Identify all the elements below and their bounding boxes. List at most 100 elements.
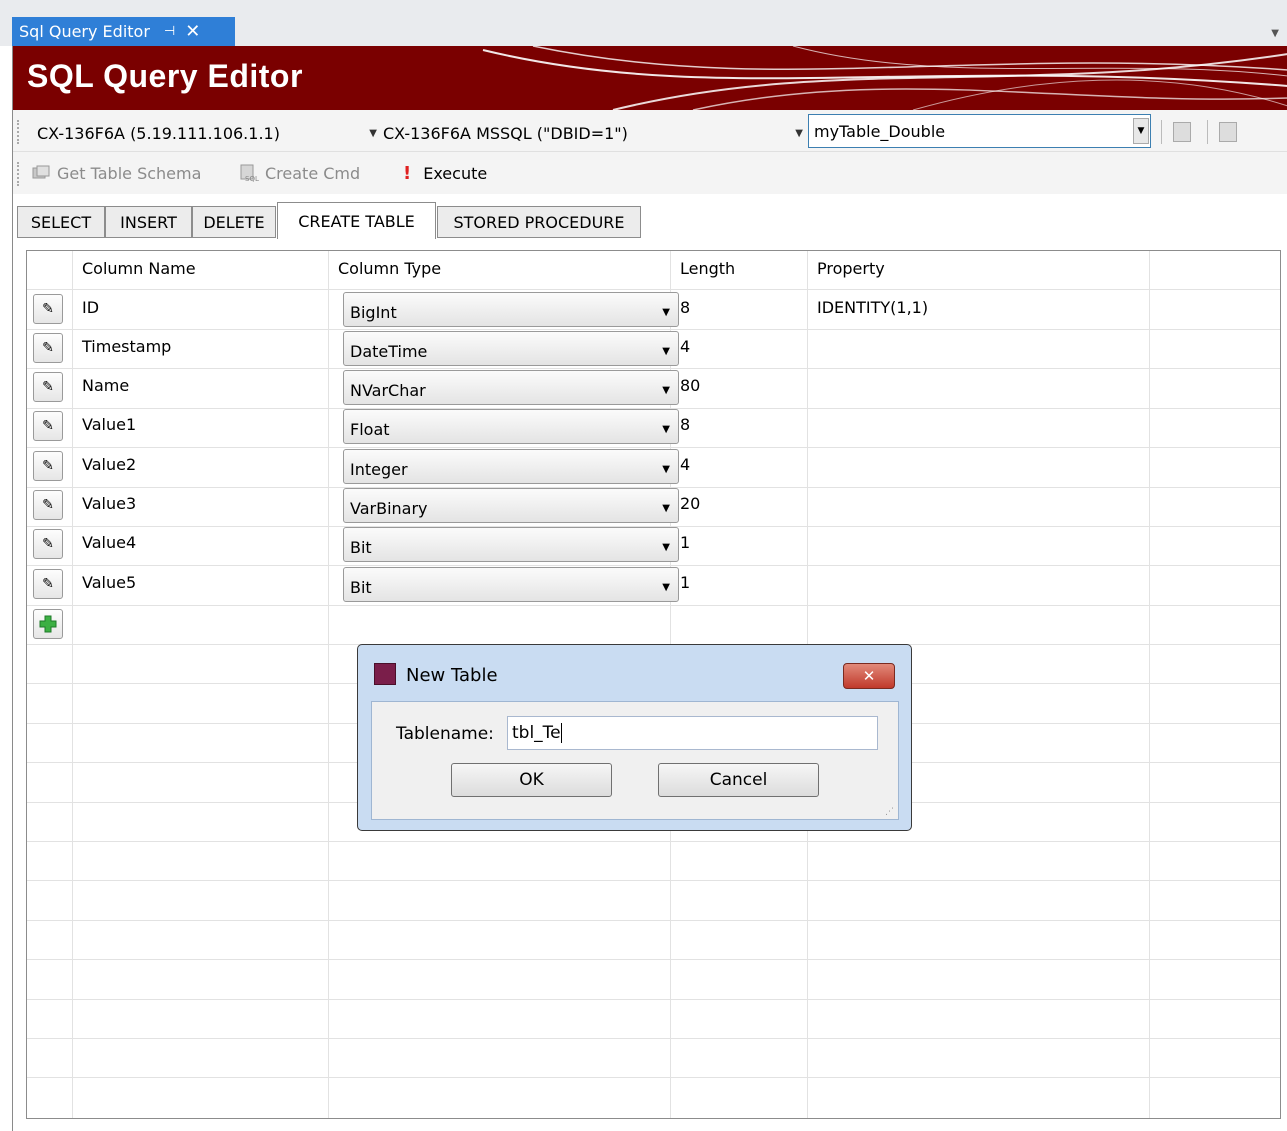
cell-column-name[interactable]: ID: [82, 298, 99, 317]
resize-grip-icon[interactable]: ⋰: [885, 807, 894, 817]
execute-label: Execute: [423, 163, 488, 183]
close-icon[interactable]: ✕: [185, 21, 200, 42]
tab-insert[interactable]: INSERT: [105, 206, 192, 238]
tab-overflow-icon[interactable]: ▼: [1271, 28, 1279, 39]
chevron-down-icon: ▼: [795, 127, 803, 139]
dialog-close-button[interactable]: ✕: [843, 663, 895, 689]
ok-button[interactable]: OK: [451, 763, 612, 797]
cell-column-name[interactable]: Value4: [82, 533, 136, 552]
tablename-input[interactable]: tbl_Te: [507, 716, 878, 750]
column-type-value: Bit: [350, 538, 372, 557]
chevron-down-icon: ▼: [662, 542, 670, 553]
chevron-down-icon: ▼: [662, 503, 670, 514]
execute-button[interactable]: ! Execute: [399, 160, 487, 186]
add-row-button[interactable]: [33, 609, 63, 639]
cell-property[interactable]: IDENTITY(1,1): [817, 298, 928, 317]
chevron-down-icon: ▼: [662, 307, 670, 318]
get-table-schema-button[interactable]: Get Table Schema: [31, 160, 201, 186]
chevron-down-icon[interactable]: ▼: [1133, 118, 1149, 144]
pencil-icon: ✎: [42, 379, 54, 395]
column-type-select[interactable]: NVarChar ▼: [343, 370, 679, 405]
chevron-down-icon: ▼: [662, 424, 670, 435]
cell-column-name[interactable]: Value5: [82, 573, 136, 592]
header-column-type[interactable]: Column Type: [338, 259, 441, 278]
dialog-title: New Table: [406, 665, 498, 686]
create-cmd-button[interactable]: SQL Create Cmd: [239, 160, 360, 186]
toolbar-grip[interactable]: [17, 162, 19, 186]
pencil-icon: ✎: [42, 536, 54, 552]
column-type-select[interactable]: Float ▼: [343, 409, 679, 444]
database-dropdown[interactable]: CX-136F6A MSSQL ("DBID=1") ▼: [383, 120, 803, 146]
cell-length[interactable]: 1: [680, 573, 690, 592]
header-length[interactable]: Length: [680, 259, 735, 278]
column-type-value: Bit: [350, 578, 372, 597]
new-table-dialog: New Table ✕ Tablename: tbl_Te OK Cancel …: [357, 644, 912, 831]
cell-length[interactable]: 20: [680, 494, 700, 513]
cancel-button[interactable]: Cancel: [658, 763, 819, 797]
command-toolbar: Get Table Schema SQL Create Cmd ! Execut…: [13, 152, 1287, 194]
target-dropdown[interactable]: CX-136F6A (5.19.111.106.1.1) ▼: [37, 120, 377, 146]
toolbar-separator: [1207, 120, 1208, 144]
banner: SQL Query Editor: [13, 46, 1287, 110]
pin-icon[interactable]: ⊣: [164, 24, 175, 39]
pencil-icon: ✎: [42, 497, 54, 513]
pencil-icon: ✎: [42, 458, 54, 474]
tab-select[interactable]: SELECT: [17, 206, 105, 238]
cell-length[interactable]: 4: [680, 337, 690, 356]
tab-create-table[interactable]: CREATE TABLE: [277, 202, 436, 239]
edit-row-button[interactable]: ✎: [33, 490, 63, 520]
column-type-value: BigInt: [350, 303, 397, 322]
grid-icon[interactable]: [1219, 122, 1237, 142]
cell-column-name[interactable]: Value3: [82, 494, 136, 513]
column-type-select[interactable]: BigInt ▼: [343, 292, 679, 327]
table-combobox[interactable]: myTable_Double ▼: [808, 114, 1151, 148]
banner-title: SQL Query Editor: [27, 58, 303, 94]
table-combobox-value: myTable_Double: [814, 121, 946, 141]
cell-column-name[interactable]: Timestamp: [82, 337, 171, 356]
pencil-icon: ✎: [42, 301, 54, 317]
toolbar-grip[interactable]: [17, 120, 19, 144]
execute-icon: !: [403, 162, 412, 184]
column-type-value: NVarChar: [350, 381, 426, 400]
dialog-body: Tablename: tbl_Te OK Cancel ⋰: [371, 701, 899, 820]
column-type-value: VarBinary: [350, 499, 428, 518]
column-type-select[interactable]: Integer ▼: [343, 449, 679, 484]
edit-row-button[interactable]: ✎: [33, 372, 63, 402]
cell-length[interactable]: 4: [680, 455, 690, 474]
cell-column-name[interactable]: Value2: [82, 455, 136, 474]
pencil-icon: ✎: [42, 340, 54, 356]
column-type-select[interactable]: Bit ▼: [343, 527, 679, 562]
edit-row-button[interactable]: ✎: [33, 333, 63, 363]
plus-icon: [39, 615, 57, 633]
cell-length[interactable]: 80: [680, 376, 700, 395]
column-type-select[interactable]: VarBinary ▼: [343, 488, 679, 523]
cell-column-name[interactable]: Name: [82, 376, 129, 395]
cell-column-name[interactable]: Value1: [82, 415, 136, 434]
column-type-select[interactable]: Bit ▼: [343, 567, 679, 602]
create-cmd-label: Create Cmd: [265, 163, 361, 183]
cell-length[interactable]: 1: [680, 533, 690, 552]
column-type-value: DateTime: [350, 342, 428, 361]
header-column-name[interactable]: Column Name: [82, 259, 196, 278]
edit-row-button[interactable]: ✎: [33, 529, 63, 559]
database-value: CX-136F6A MSSQL ("DBID=1"): [383, 123, 628, 143]
copy-icon[interactable]: [1173, 122, 1191, 142]
sql-icon: SQL: [239, 164, 259, 183]
column-type-value: Float: [350, 420, 390, 439]
text-cursor: [560, 723, 562, 743]
column-type-select[interactable]: DateTime ▼: [343, 331, 679, 366]
edit-row-button[interactable]: ✎: [33, 411, 63, 441]
edit-row-button[interactable]: ✎: [33, 451, 63, 481]
cell-length[interactable]: 8: [680, 298, 690, 317]
edit-row-button[interactable]: ✎: [33, 569, 63, 599]
tab-stored-procedure[interactable]: STORED PROCEDURE: [437, 206, 641, 238]
toolbar-separator: [1161, 120, 1162, 144]
tab-delete[interactable]: DELETE: [192, 206, 276, 238]
chevron-down-icon: ▼: [369, 127, 377, 139]
tablename-value: tbl_Te: [512, 723, 561, 743]
header-property[interactable]: Property: [817, 259, 885, 278]
chevron-down-icon: ▼: [662, 346, 670, 357]
cell-length[interactable]: 8: [680, 415, 690, 434]
document-tab[interactable]: Sql Query Editor ⊣ ✕: [12, 17, 235, 46]
edit-row-button[interactable]: ✎: [33, 294, 63, 324]
